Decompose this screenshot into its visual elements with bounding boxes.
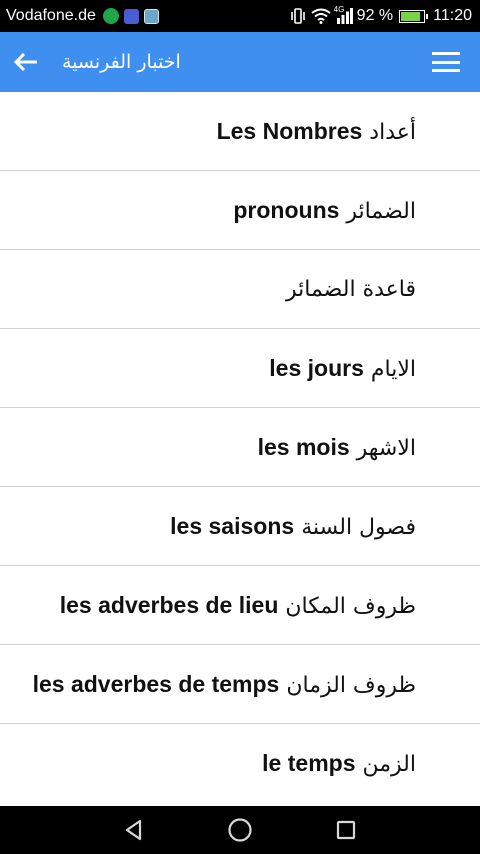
list-item-arabic: الاشهر xyxy=(356,435,416,461)
battery-percent: 92 % xyxy=(356,7,394,24)
carrier-name: Vodafone.de xyxy=(6,7,96,24)
back-triangle-icon xyxy=(125,819,142,841)
list-item-french: les mois xyxy=(257,433,350,460)
list-item-arabic: الضمائر xyxy=(346,198,416,224)
list-item[interactable]: الضمائر pronouns xyxy=(0,171,480,250)
list-item-label: فصول السنة les saisons xyxy=(170,513,416,540)
list-item-french: les adverbes de lieu xyxy=(59,591,279,618)
list-item[interactable]: ظروف الزمان les adverbes de temps xyxy=(0,645,480,724)
recents-square-icon xyxy=(336,820,356,840)
status-right: 4G 92 % 11:20 xyxy=(289,5,472,25)
list-item-french: le temps xyxy=(262,749,356,776)
wifi-icon xyxy=(311,8,331,24)
list-item-arabic: ظروف الزمان xyxy=(286,672,416,698)
whatsapp-icon xyxy=(102,8,119,24)
app-icon xyxy=(123,8,139,24)
nav-back-button[interactable] xyxy=(112,812,156,848)
list-item-french: les adverbes de temps xyxy=(32,670,280,697)
list-item[interactable]: ظروف المكان les adverbes de lieu xyxy=(0,566,480,645)
list-item-label: ظروف المكان les adverbes de lieu xyxy=(60,592,416,619)
nav-recents-button[interactable] xyxy=(324,812,368,848)
list-item-label: الزمن le temps xyxy=(262,750,416,777)
list-item-label: الايام les jours xyxy=(269,355,416,382)
menu-button[interactable] xyxy=(424,42,468,82)
clock: 11:20 xyxy=(433,7,472,24)
back-arrow-icon xyxy=(13,52,37,72)
list-item-arabic: الايام xyxy=(370,356,416,382)
home-circle-icon xyxy=(228,818,252,842)
list-item-french: les jours xyxy=(269,354,364,381)
list-item-french: Les Nombres xyxy=(216,117,363,144)
vibrate-icon xyxy=(289,8,307,24)
battery-fill xyxy=(401,11,421,21)
list-item-arabic: فصول السنة xyxy=(301,514,416,540)
topic-list: أعداد Les Nombres الضمائر pronouns قاعدة ا… xyxy=(0,92,480,802)
list-item[interactable]: قاعدة الضمائر xyxy=(0,250,480,329)
list-item-label: الضمائر pronouns xyxy=(233,197,416,224)
list-item-label: أعداد Les Nombres xyxy=(217,118,416,145)
list-item[interactable]: الاشهر les mois xyxy=(0,408,480,487)
status-left: Vodafone.de xyxy=(6,7,159,25)
signal-icon: 4G xyxy=(333,5,353,24)
list-item-french: les saisons xyxy=(170,512,295,539)
back-button[interactable] xyxy=(6,42,46,82)
page-title: اختبار الفرنسية xyxy=(62,51,181,73)
list-item-arabic: أعداد xyxy=(369,119,416,145)
list-item[interactable]: الزمن le temps xyxy=(0,724,480,802)
status-bar: Vodafone.de 4G 92 % 11:20 xyxy=(0,0,480,32)
nav-home-button[interactable] xyxy=(218,812,262,848)
app-bar: اختبار الفرنسية xyxy=(0,32,480,92)
list-item-arabic: قاعدة الضمائر xyxy=(286,276,416,302)
list-item-label: ظروف الزمان les adverbes de temps xyxy=(33,671,416,698)
navigation-bar xyxy=(0,806,480,854)
image-icon xyxy=(143,8,159,24)
list-item[interactable]: الايام les jours xyxy=(0,329,480,408)
list-item[interactable]: أعداد Les Nombres xyxy=(0,92,480,171)
battery-icon xyxy=(399,9,429,23)
network-type: 4G xyxy=(333,5,345,14)
list-item-arabic: ظروف المكان xyxy=(285,593,416,619)
hamburger-icon xyxy=(432,52,460,72)
list-item-label: قاعدة الضمائر xyxy=(286,277,416,302)
list-item-french: pronouns xyxy=(233,196,340,223)
list-item-label: الاشهر les mois xyxy=(258,434,416,461)
list-item-arabic: الزمن xyxy=(362,751,417,777)
list-item[interactable]: فصول السنة les saisons xyxy=(0,487,480,566)
